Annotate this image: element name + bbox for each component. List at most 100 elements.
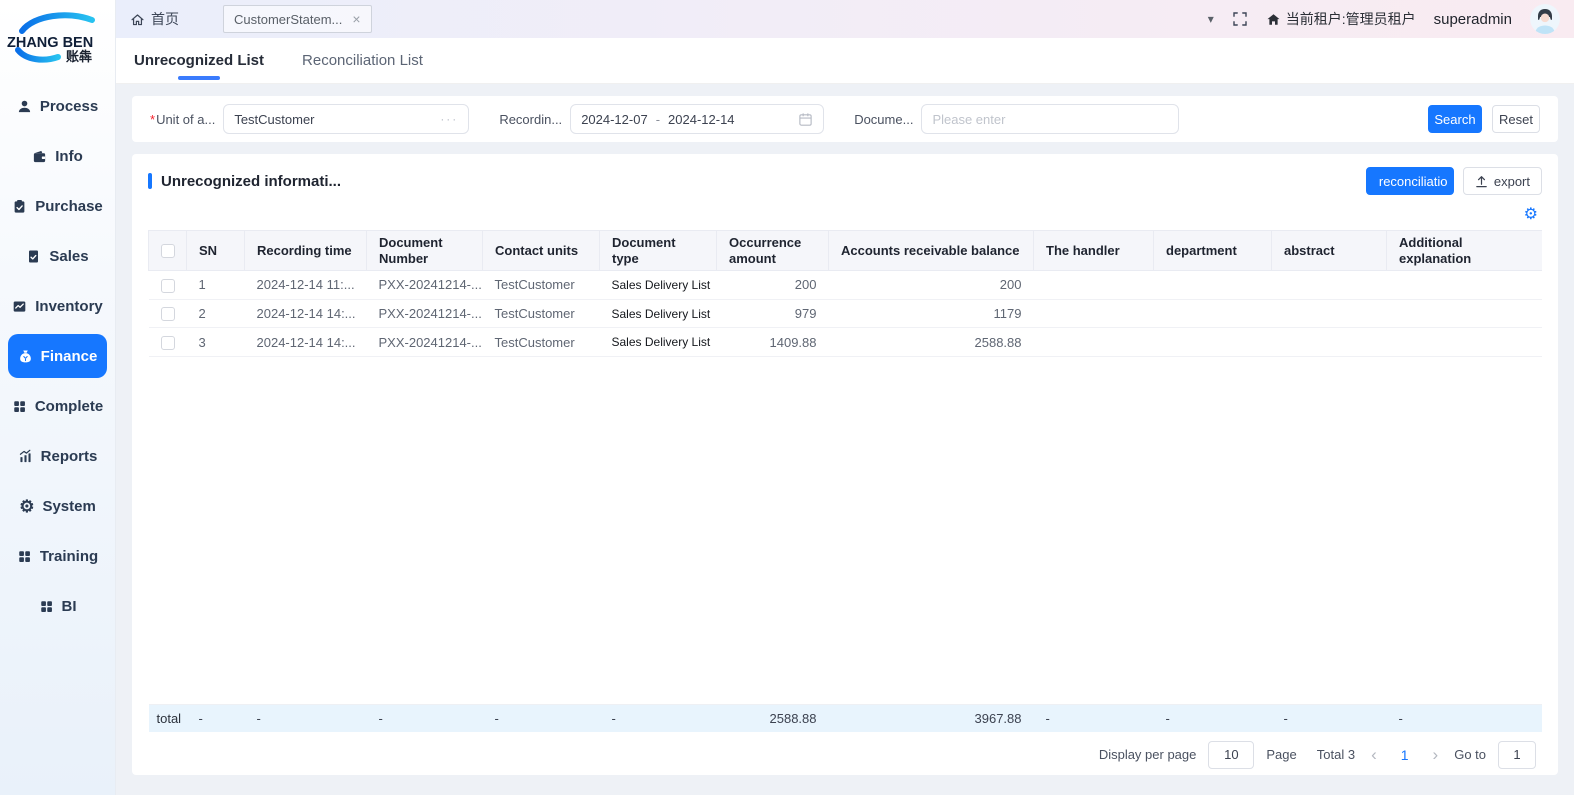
topbar-right: ▾ 当前租户:管理员租户 superadmin	[1208, 4, 1560, 34]
date-separator: -	[656, 112, 660, 127]
more-dots-icon[interactable]: ···	[440, 112, 458, 126]
current-page[interactable]: 1	[1393, 747, 1417, 763]
trend-chart-icon	[12, 299, 27, 314]
col-recording-time: Recording time	[245, 231, 367, 271]
pagination: Display per page Page Total 3 ‹ 1 › Go t…	[148, 732, 1542, 778]
cell-occurrence-amount: 979	[717, 299, 829, 328]
brand-logo-graphic: ZHANG BEN 账犇	[6, 8, 110, 64]
sidebar-menu: Process Info Purchase Sales Inventory	[0, 84, 115, 628]
cell-document-type: Sales Delivery List	[600, 271, 717, 300]
page-tabs: Unrecognized List Reconciliation List	[116, 38, 1574, 84]
fullscreen-icon[interactable]	[1232, 11, 1248, 27]
sidebar-item-complete[interactable]: Complete	[8, 384, 107, 428]
col-handler: The handler	[1034, 231, 1154, 271]
row-checkbox[interactable]	[161, 307, 175, 321]
sidebar-item-training[interactable]: Training	[8, 534, 107, 578]
filter-bar: *Unit of a... TestCustomer ··· Recordin.…	[132, 96, 1558, 142]
avatar[interactable]	[1530, 4, 1560, 34]
reconciliation-button[interactable]: reconciliatio	[1366, 167, 1454, 195]
page-size-input[interactable]	[1208, 741, 1254, 769]
topbar-home-tab[interactable]: 首页	[130, 9, 179, 29]
document-number-input[interactable]	[921, 104, 1179, 134]
total-contact-units: -	[483, 704, 600, 732]
tab-unrecognized-list[interactable]: Unrecognized List	[134, 38, 264, 83]
sidebar-item-system[interactable]: ⚙ System	[8, 484, 107, 528]
calendar-icon	[798, 112, 813, 127]
page-label: Page	[1266, 747, 1296, 762]
per-page-label: Display per page	[1099, 747, 1197, 762]
sidebar-item-finance[interactable]: Finance	[8, 334, 107, 378]
cell-accounts-receivable-balance: 200	[829, 271, 1034, 300]
prev-page-icon[interactable]: ‹	[1367, 745, 1381, 765]
topbar-open-tab-label: CustomerStatem...	[234, 12, 342, 27]
cell-recording-time: 2024-12-14 11:...	[245, 271, 367, 300]
goto-page-input[interactable]	[1498, 741, 1536, 769]
sidebar-item-sales[interactable]: Sales	[8, 234, 107, 278]
username[interactable]: superadmin	[1434, 11, 1512, 28]
table-empty-space	[149, 356, 1543, 704]
clipboard-check-icon	[12, 199, 27, 214]
sidebar-item-inventory[interactable]: Inventory	[8, 284, 107, 328]
date-range-picker[interactable]: 2024-12-07 - 2024-12-14	[570, 104, 824, 134]
sidebar-item-process[interactable]: Process	[8, 84, 107, 128]
cell-handler	[1034, 299, 1154, 328]
close-icon[interactable]: ×	[352, 11, 360, 27]
total-additional-explanation: -	[1387, 704, 1543, 732]
chevron-down-icon[interactable]: ▾	[1208, 12, 1214, 26]
cell-occurrence-amount: 200	[717, 271, 829, 300]
home-outline-icon	[130, 12, 145, 27]
col-contact-units: Contact units	[483, 231, 600, 271]
money-bag-icon	[18, 349, 33, 364]
unit-select[interactable]: TestCustomer ···	[223, 104, 469, 134]
cell-document-type: Sales Delivery List	[600, 328, 717, 357]
sidebar-item-bi[interactable]: BI	[8, 584, 107, 628]
sidebar: ZHANG BEN 账犇 Process Info Purchase	[0, 0, 116, 795]
search-button[interactable]: Search	[1428, 105, 1482, 133]
unit-filter-label: *Unit of a...	[150, 112, 215, 127]
sidebar-item-label: Finance	[41, 348, 98, 365]
cell-accounts-receivable-balance: 2588.88	[829, 328, 1034, 357]
export-button[interactable]: export	[1463, 167, 1542, 195]
cell-occurrence-amount: 1409.88	[717, 328, 829, 357]
panel-header: Unrecognized informati... reconciliatio	[148, 162, 1542, 200]
person-icon	[17, 99, 32, 114]
tenant-info: 当前租户:管理员租户	[1266, 9, 1416, 29]
total-document-type: -	[600, 704, 717, 732]
reset-button[interactable]: Reset	[1492, 105, 1540, 133]
sidebar-item-label: Reports	[41, 448, 98, 465]
cell-contact-units: TestCustomer	[483, 328, 600, 357]
sidebar-item-label: Purchase	[35, 198, 103, 215]
bar-chart-icon	[18, 449, 33, 464]
next-page-icon[interactable]: ›	[1429, 745, 1443, 765]
upload-icon	[1475, 175, 1488, 188]
row-checkbox[interactable]	[161, 336, 175, 350]
column-settings-gear-icon[interactable]: ⚙	[1524, 207, 1538, 223]
cell-contact-units: TestCustomer	[483, 271, 600, 300]
sidebar-item-reports[interactable]: Reports	[8, 434, 107, 478]
col-department: department	[1154, 231, 1272, 271]
sidebar-item-info[interactable]: Info	[8, 134, 107, 178]
title-accent-bar	[148, 173, 152, 189]
total-label: total	[149, 704, 187, 732]
col-accounts-receivable-balance: Accounts receivable balance	[829, 231, 1034, 271]
tab-reconciliation-list[interactable]: Reconciliation List	[302, 38, 423, 83]
sidebar-item-purchase[interactable]: Purchase	[8, 184, 107, 228]
sidebar-item-label: Complete	[35, 398, 103, 415]
table-header: SN Recording time Document Number Contac…	[149, 231, 1543, 271]
brand-logo: ZHANG BEN 账犇	[0, 0, 115, 72]
total-document-number: -	[367, 704, 483, 732]
main-column: 首页 CustomerStatem... × ▾ 当前租户:管理员租户 supe…	[116, 0, 1574, 795]
select-all-checkbox[interactable]	[161, 244, 175, 258]
row-checkbox[interactable]	[161, 279, 175, 293]
sidebar-item-label: Process	[40, 98, 98, 115]
select-all-cell	[149, 231, 187, 271]
document-filter-label: Docume...	[854, 112, 913, 127]
date-to-value: 2024-12-14	[668, 112, 735, 127]
gear-icon: ⚙	[19, 498, 34, 515]
sidebar-item-label: Inventory	[35, 298, 103, 315]
topbar-open-tab[interactable]: CustomerStatem... ×	[223, 5, 372, 33]
avatar-graphic	[1530, 4, 1560, 34]
recording-filter-label: Recordin...	[499, 112, 562, 127]
cell-sn: 1	[187, 271, 245, 300]
table-row: 3 2024-12-14 14:... PXX-20241214-... Tes…	[149, 328, 1543, 357]
